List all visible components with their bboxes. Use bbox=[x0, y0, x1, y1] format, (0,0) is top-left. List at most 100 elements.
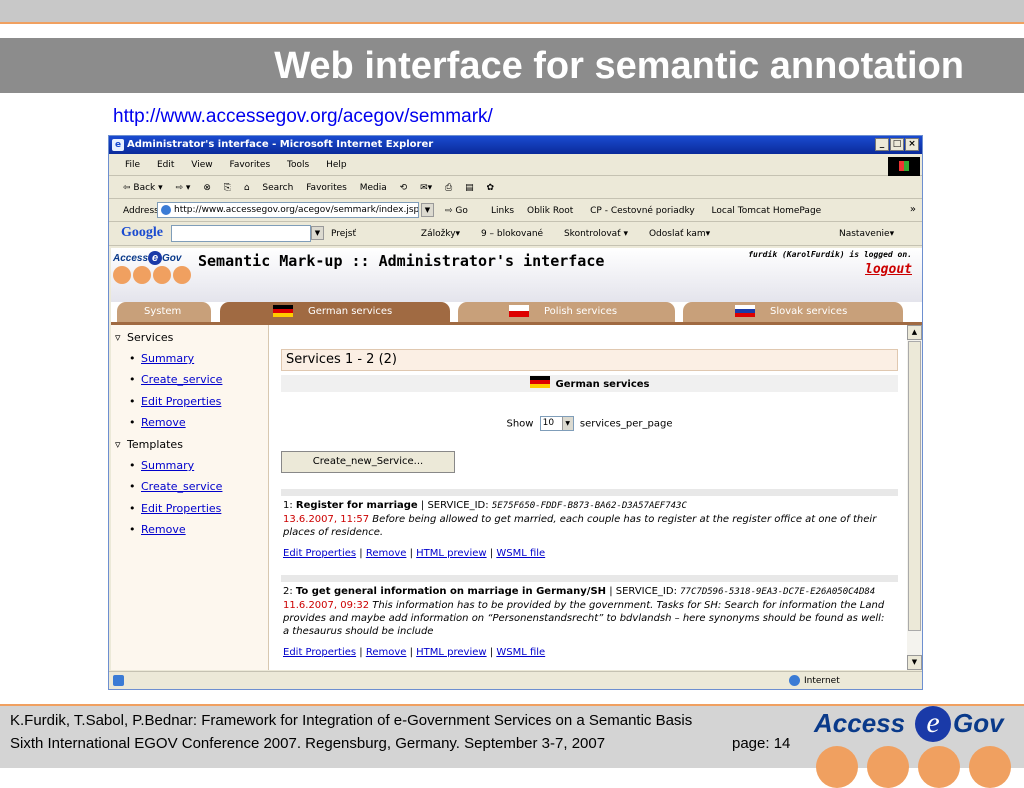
ie-icon: e bbox=[112, 139, 124, 151]
back-button[interactable]: ⇦ Back ▾ bbox=[123, 183, 163, 193]
remove-link[interactable]: Remove bbox=[366, 548, 407, 559]
favorites-button[interactable]: Favorites bbox=[306, 183, 347, 193]
stop-icon[interactable]: ⊗ bbox=[203, 183, 211, 193]
menu-view[interactable]: View bbox=[191, 160, 212, 170]
menu-edit[interactable]: Edit bbox=[157, 160, 174, 170]
standard-toolbar: ⇦ Back ▾ ⇨ ▾ ⊗ ⎘ ⌂ Search Favorites Medi… bbox=[109, 177, 922, 199]
footer-citation: K.Furdik, T.Sabol, P.Bednar: Framework f… bbox=[10, 712, 693, 729]
scroll-up-icon[interactable]: ▲ bbox=[907, 325, 922, 340]
link-cp-cestovne[interactable]: CP - Cestovné poriadky bbox=[590, 206, 695, 216]
app-header: Access e Gov Semantic Mark-up :: Administr… bbox=[111, 248, 922, 302]
forward-button[interactable]: ⇨ ▾ bbox=[176, 183, 191, 193]
service-record-2: 2: To get general information on marriag… bbox=[283, 586, 885, 658]
sidebar: ▿ Services • Summary • Create_service • Edit… bbox=[111, 325, 269, 670]
links-bar: Links Oblik Root CP - Cestovné poriadky … bbox=[491, 200, 821, 222]
windows-logo-icon bbox=[888, 157, 920, 176]
remove-link[interactable]: Remove bbox=[366, 647, 407, 658]
link-oblik-root[interactable]: Oblik Root bbox=[527, 206, 573, 216]
links-chevron-icon[interactable]: » bbox=[910, 200, 916, 220]
google-bookmarks-button[interactable]: Záložky▾ bbox=[421, 229, 460, 239]
show-label: Show bbox=[506, 418, 534, 430]
german-flag-icon bbox=[529, 376, 550, 388]
google-send-button[interactable]: Odoslať kam▾ bbox=[649, 229, 710, 239]
html-preview-link[interactable]: HTML preview bbox=[416, 548, 486, 559]
sidebar-templates-create[interactable]: • Create_service bbox=[129, 478, 222, 496]
service-record-1: 1: Register for marriage | SERVICE_ID: 5… bbox=[283, 500, 877, 559]
sidebar-templates-header[interactable]: ▿ Templates bbox=[115, 436, 183, 454]
sidebar-services-summary[interactable]: • Summary bbox=[129, 350, 194, 368]
browser-window: e Administrator's interface - Microsoft … bbox=[108, 135, 923, 690]
google-settings-button[interactable]: Nastavenie▾ bbox=[839, 222, 894, 246]
tab-german-services[interactable]: German services bbox=[220, 302, 450, 322]
go-button[interactable]: ⇨ Go bbox=[445, 200, 468, 222]
service-date: 11.6.2007, 09:32 bbox=[283, 600, 370, 611]
service-description: This information has to be provided by t… bbox=[283, 600, 885, 637]
google-go-button[interactable]: Prejsť bbox=[331, 229, 356, 239]
search-button[interactable]: Search bbox=[262, 183, 293, 193]
print-icon[interactable]: ⎙ bbox=[445, 183, 452, 193]
per-page-select[interactable]: 10 ▼ bbox=[539, 416, 574, 431]
html-preview-link[interactable]: HTML preview bbox=[416, 647, 486, 658]
service-id: 77C7D596-5318-9EA3- bbox=[680, 587, 784, 597]
window-title: Administrator's interface - Microsoft In… bbox=[127, 139, 434, 150]
slide-title: Web interface for semantic annotation bbox=[274, 45, 964, 87]
tab-polish-services[interactable]: Polish services bbox=[458, 302, 675, 322]
service-id: 5E75F650-FDDF-B873-BA62-D3A57AEF743C bbox=[491, 501, 687, 511]
history-icon[interactable]: ⟲ bbox=[400, 183, 408, 193]
globe-icon bbox=[789, 675, 800, 686]
tab-system[interactable]: System bbox=[117, 302, 211, 322]
tab-slovak-services[interactable]: Slovak services bbox=[683, 302, 903, 322]
vertical-scrollbar[interactable]: ▲ ▼ bbox=[907, 325, 922, 670]
german-flag-icon bbox=[273, 305, 293, 317]
scroll-down-icon[interactable]: ▼ bbox=[907, 655, 922, 670]
mail-icon[interactable]: ✉▾ bbox=[420, 183, 432, 193]
sidebar-services-create[interactable]: • Create_service bbox=[129, 371, 222, 389]
scroll-thumb[interactable] bbox=[908, 341, 921, 631]
slide-url-link[interactable]: http://www.accessegov.org/acegov/semmark… bbox=[113, 106, 493, 128]
sidebar-templates-summary[interactable]: • Summary bbox=[129, 457, 194, 475]
edit-properties-link[interactable]: Edit Properties bbox=[283, 548, 356, 559]
refresh-icon[interactable]: ⎘ bbox=[224, 183, 231, 193]
sidebar-services-header[interactable]: ▿ Services bbox=[115, 329, 173, 347]
app-title: Semantic Mark-up :: Administrator's inte… bbox=[198, 252, 605, 270]
menu-tools[interactable]: Tools bbox=[287, 160, 309, 170]
messenger-icon[interactable]: ✿ bbox=[486, 183, 494, 193]
media-button[interactable]: Media bbox=[360, 183, 387, 193]
menu-file[interactable]: File bbox=[125, 160, 140, 170]
service-id-cont: DC7E-E26A050C4D84 bbox=[783, 587, 876, 597]
google-logo[interactable]: Google bbox=[121, 225, 163, 241]
menu-help[interactable]: Help bbox=[326, 160, 347, 170]
minimize-button[interactable]: _ bbox=[875, 138, 889, 151]
page-status-icon bbox=[113, 675, 124, 686]
maximize-button[interactable]: □ bbox=[890, 138, 904, 151]
services-count-header: Services 1 - 2 (2) bbox=[281, 349, 898, 371]
footer-page-number: page: 14 bbox=[732, 735, 791, 752]
address-dropdown-icon[interactable]: ▼ bbox=[421, 203, 434, 217]
link-local-tomcat[interactable]: Local Tomcat HomePage bbox=[712, 206, 822, 216]
sidebar-templates-edit[interactable]: • Edit Properties bbox=[129, 500, 221, 518]
create-new-service-button[interactable]: Create_new_Service... bbox=[281, 451, 455, 473]
google-search-input[interactable] bbox=[171, 225, 311, 242]
close-button[interactable]: × bbox=[905, 138, 919, 151]
google-toolbar-items: Prejsť Záložky▾ 9 – blokované Skontrolov… bbox=[331, 222, 710, 246]
window-titlebar[interactable]: e Administrator's interface - Microsoft … bbox=[109, 136, 922, 154]
edit-properties-link[interactable]: Edit Properties bbox=[283, 647, 356, 658]
google-popup-blocked[interactable]: 9 – blokované bbox=[481, 229, 543, 239]
footer-conference: Sixth International EGOV Conference 2007… bbox=[10, 735, 606, 752]
wsml-file-link[interactable]: WSML file bbox=[496, 647, 545, 658]
sidebar-templates-remove[interactable]: • Remove bbox=[129, 521, 186, 539]
menu-favorites[interactable]: Favorites bbox=[229, 160, 270, 170]
address-input[interactable]: http://www.accessegov.org/acegov/semmark… bbox=[157, 202, 419, 218]
sidebar-services-remove[interactable]: • Remove bbox=[129, 414, 186, 432]
wsml-file-link[interactable]: WSML file bbox=[496, 548, 545, 559]
page-content: Access e Gov Semantic Mark-up :: Administr… bbox=[111, 248, 922, 670]
service-date: 13.6.2007, 11:57 bbox=[283, 514, 370, 525]
google-dropdown-icon[interactable]: ▼ bbox=[311, 226, 324, 240]
home-icon[interactable]: ⌂ bbox=[244, 183, 250, 193]
service-description: Before being allowed to get married, eac… bbox=[283, 514, 877, 538]
logout-link[interactable]: logout bbox=[865, 262, 912, 277]
links-label: Links bbox=[491, 206, 515, 216]
edit-icon[interactable]: ▤ bbox=[465, 183, 474, 193]
google-spellcheck-button[interactable]: Skontrolovať ▾ bbox=[564, 229, 628, 239]
sidebar-services-edit[interactable]: • Edit Properties bbox=[129, 393, 221, 411]
